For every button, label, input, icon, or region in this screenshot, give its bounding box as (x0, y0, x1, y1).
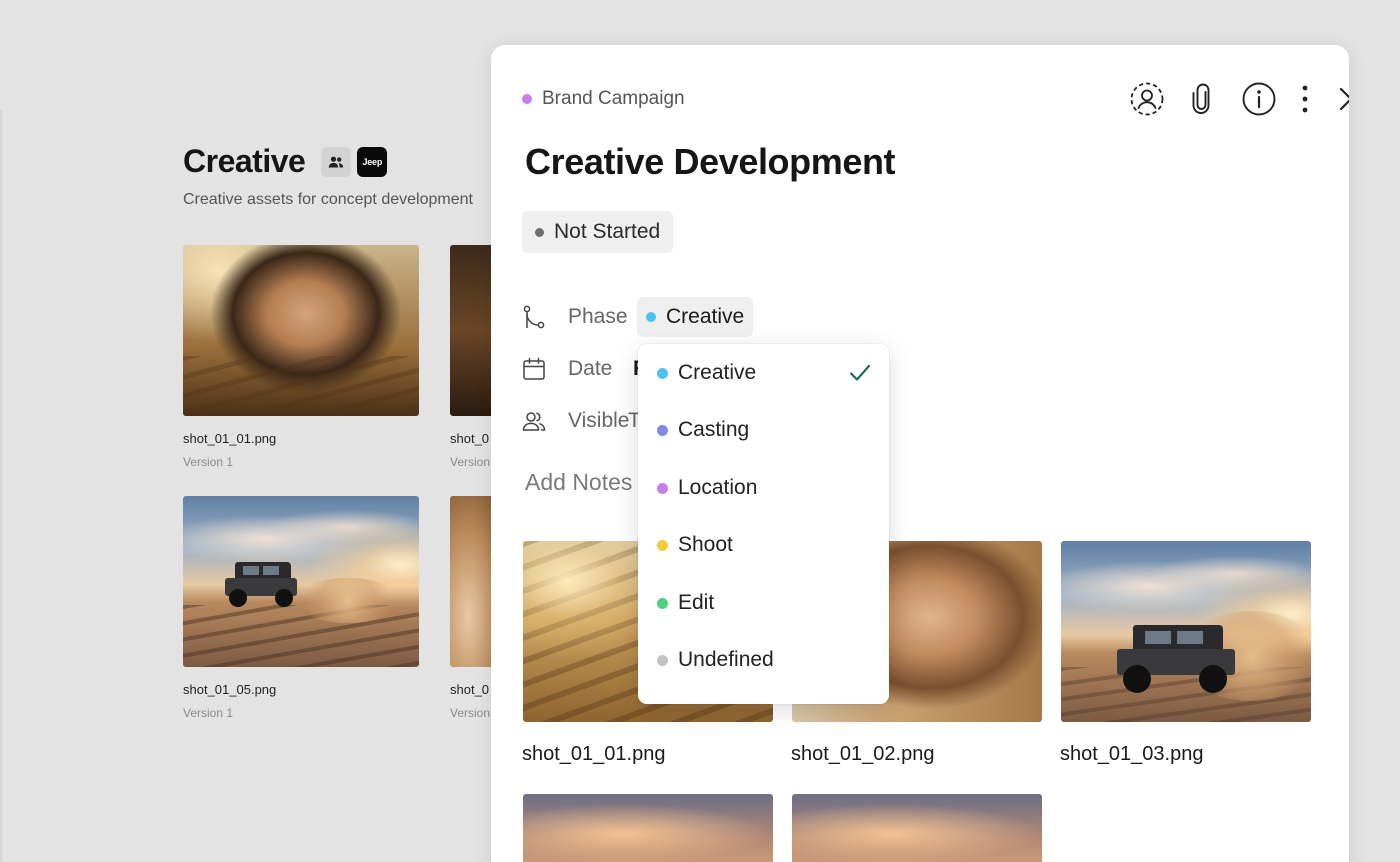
phase-option-creative[interactable]: Creative (638, 347, 889, 399)
branch-icon (522, 305, 546, 329)
calendar-icon (522, 357, 546, 381)
asset-name[interactable]: shot_01_02.png (791, 743, 934, 766)
phase-color-dot (657, 654, 668, 666)
phase-color-dot (657, 597, 668, 609)
status-label: Not Started (554, 220, 661, 243)
more-vertical-icon[interactable] (1285, 79, 1325, 119)
asset-thumbnail[interactable] (183, 245, 419, 416)
phase-option-shoot[interactable]: Shoot (638, 519, 889, 571)
asset-name[interactable]: shot_0 (450, 431, 489, 446)
breadcrumb-project[interactable]: Brand Campaign (542, 88, 685, 110)
asset-version: Version 1 (183, 455, 234, 469)
visibility-row: Visible (522, 401, 629, 441)
info-icon[interactable] (1239, 79, 1279, 119)
team-badge[interactable] (321, 146, 352, 177)
collection-header: Creative Jeep (183, 143, 388, 180)
phase-dropdown: Creative Casting Location Shoot Edit Und… (638, 344, 889, 704)
breadcrumb[interactable]: Brand Campaign (522, 88, 685, 110)
project-color-dot (522, 94, 532, 104)
people-icon (329, 156, 344, 167)
assignee-icon[interactable] (1127, 79, 1167, 119)
page-title[interactable]: Creative Development (525, 141, 896, 183)
app-stage: Creative Jeep Creative assets for concep… (0, 0, 1400, 862)
checkmark-icon (849, 364, 871, 381)
asset-thumbnail[interactable] (792, 794, 1042, 862)
people-icon (522, 409, 546, 433)
asset-name[interactable]: shot_0 (450, 682, 489, 697)
asset-name[interactable]: shot_01_01.png (183, 431, 276, 446)
option-label: Shoot (678, 533, 733, 556)
add-notes-field[interactable]: Add Notes (525, 469, 632, 496)
asset-name[interactable]: shot_01_03.png (1060, 743, 1203, 766)
asset-thumbnail[interactable] (523, 794, 773, 862)
phase-label: Phase (568, 305, 628, 328)
panel-toolbar (1049, 79, 1349, 119)
visible-label: Visible (568, 409, 630, 432)
phase-select[interactable]: Creative (637, 297, 754, 337)
option-label: Casting (678, 418, 750, 441)
detail-panel: Brand Campaign Creative Development Not … (491, 45, 1349, 862)
paperclip-icon[interactable] (1182, 79, 1222, 119)
phase-option-undefined[interactable]: Undefined (638, 634, 889, 686)
phase-color-dot (646, 312, 656, 322)
close-icon[interactable] (1331, 79, 1349, 119)
asset-thumbnail[interactable] (183, 496, 419, 667)
jeep-illustration (1111, 625, 1241, 697)
asset-version: Version 1 (183, 706, 234, 720)
date-label: Date (568, 357, 613, 380)
phase-option-location[interactable]: Location (638, 462, 889, 514)
sidebar-edge (0, 110, 2, 862)
date-row: Date (522, 349, 612, 389)
phase-color-dot (657, 424, 668, 436)
phase-option-edit[interactable]: Edit (638, 577, 889, 629)
collection-subtitle: Creative assets for concept development (183, 191, 473, 208)
phase-color-dot (657, 367, 668, 379)
status-badge[interactable]: Not Started (522, 211, 674, 253)
option-label: Edit (678, 591, 715, 614)
collection-title: Creative (183, 143, 306, 179)
option-label: Undefined (678, 648, 774, 671)
asset-version: Version (450, 706, 491, 720)
phase-color-dot (657, 482, 668, 494)
brand-logo-badge: Jeep (357, 146, 388, 177)
asset-version: Version (450, 455, 491, 469)
option-label: Creative (678, 361, 757, 384)
phase-value: Creative (666, 305, 745, 328)
phase-option-casting[interactable]: Casting (638, 404, 889, 456)
phase-color-dot (657, 539, 668, 551)
status-dot (535, 227, 544, 237)
asset-thumbnail[interactable] (1061, 541, 1311, 722)
option-label: Location (678, 476, 758, 499)
asset-name[interactable]: shot_01_05.png (183, 682, 276, 697)
jeep-illustration (221, 562, 301, 612)
asset-name[interactable]: shot_01_01.png (522, 743, 665, 766)
phase-row: Phase (522, 297, 628, 337)
